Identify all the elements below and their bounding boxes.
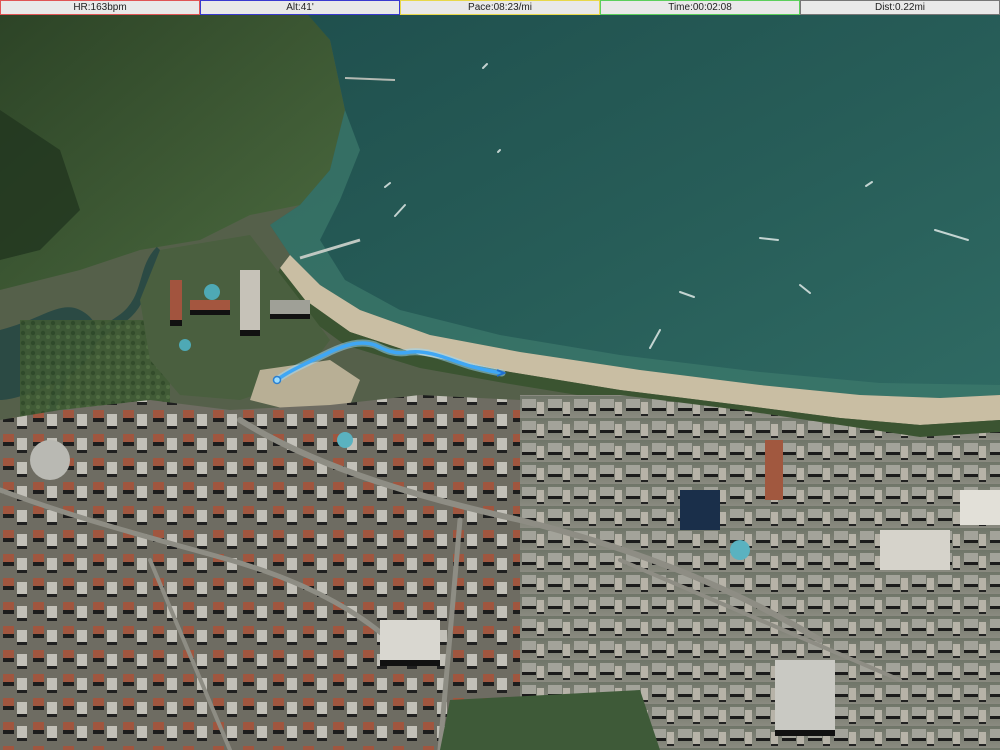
city-district-west [0,395,600,750]
pace-readout: Pace:08:23/mi [400,0,600,15]
route-start-marker [272,375,282,385]
workout-metrics-bar: HR:163bpm Alt:41' Pace:08:23/mi Time:00:… [0,0,1000,15]
fitness-map-app: HR:163bpm Alt:41' Pace:08:23/mi Time:00:… [0,0,1000,750]
altitude-readout: Alt:41' [200,0,400,15]
satellite-map[interactable] [0,0,1000,750]
distance-readout: Dist:0.22mi [800,0,1000,15]
heart-rate-readout: HR:163bpm [0,0,200,15]
park-bottom [440,690,660,750]
map-canvas[interactable] [0,0,1000,750]
time-readout: Time:00:02:08 [600,0,800,15]
